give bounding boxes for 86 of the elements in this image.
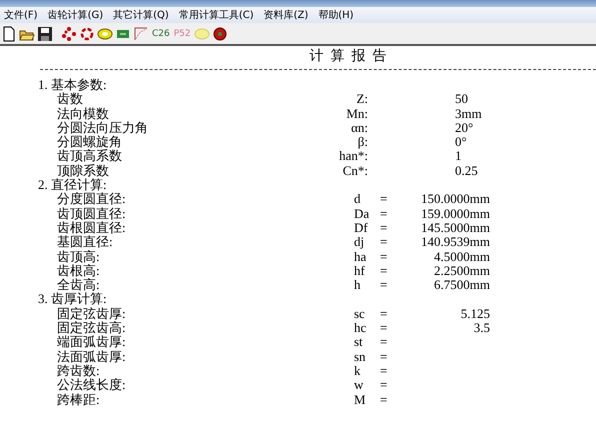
parameter-label: 齿根圆直径: — [57, 220, 127, 235]
ellipse-ring-icon[interactable] — [97, 26, 113, 42]
parameter-value: 20° — [455, 120, 474, 136]
parameter-symbol: h — [354, 278, 362, 292]
equals-sign: = — [380, 192, 388, 207]
disc-icon[interactable] — [212, 26, 228, 42]
menu-item[interactable]: 资料库(Z) — [264, 8, 308, 22]
equals-sign: = — [380, 206, 388, 221]
equals-sign: = — [380, 321, 388, 336]
parameter-symbol: Cn*: — [342, 164, 368, 178]
parameter-label: 分度圆直径: — [57, 192, 127, 207]
parameter-symbol: sc — [354, 306, 366, 322]
menu-item[interactable]: 常用计算工具(C) — [178, 8, 254, 22]
parameter-value: 0.25 — [455, 164, 478, 178]
parameter-value: 140.9539mm — [421, 234, 490, 250]
menu-item[interactable]: 其它计算(Q) — [113, 8, 169, 22]
parameter-label: 齿顶高: — [57, 250, 101, 264]
parameter-label: 分圆法向压力角 — [57, 120, 149, 135]
parameter-label: 公法线长度: — [57, 378, 127, 393]
equals-sign: = — [380, 364, 388, 378]
parameter-label: 齿顶高系数 — [57, 149, 123, 164]
parameter-label: 固定弦齿厚: — [57, 306, 127, 321]
parameter-label: 全齿高: — [57, 278, 101, 292]
parameter-label: 齿根高: — [57, 264, 101, 278]
parameter-symbol: Z: — [355, 92, 368, 107]
parameter-label: 顶隙系数 — [57, 164, 110, 178]
equals-sign: = — [380, 220, 388, 236]
section-heading: 1. 基本参数: — [37, 78, 107, 92]
parameter-value: 50 — [455, 92, 468, 107]
parameter-value: 6.7500mm — [434, 277, 490, 292]
parameter-value: 0° — [455, 135, 467, 150]
parameter-symbol: β: — [356, 135, 368, 150]
parameter-symbol: dj — [354, 235, 366, 250]
parameter-symbol: Df — [354, 220, 369, 236]
parameter-label: 跨齿数: — [57, 364, 101, 378]
parameter-value: 3.5 — [474, 320, 490, 336]
parameter-symbol: han*: — [338, 149, 368, 164]
parameter-symbol: st — [354, 335, 364, 350]
menu-item[interactable]: 帮助(H) — [318, 8, 354, 22]
parameter-label: 齿数 — [57, 92, 84, 107]
curve-icon[interactable] — [133, 26, 149, 42]
parameter-value: 159.0000mm — [421, 206, 490, 221]
equals-sign: = — [380, 306, 388, 322]
parameter-value: 3mm — [455, 106, 482, 121]
parameter-label: 跨棒距: — [57, 392, 101, 407]
parameter-value: 2.2500mm — [434, 262, 490, 278]
parameter-symbol: w — [354, 378, 364, 393]
parameter-symbol: hf — [354, 264, 366, 278]
section-heading: 3. 齿厚计算: — [37, 292, 107, 307]
parameter-symbol: Da — [354, 206, 370, 221]
parameter-symbol: Mn: — [345, 106, 368, 121]
equals-sign: = — [380, 392, 388, 407]
toolbar-button[interactable]: C26 — [151, 28, 171, 38]
ring-icon[interactable] — [79, 26, 95, 42]
dotted-circle-icon[interactable] — [61, 26, 77, 42]
equals-sign: = — [380, 378, 388, 393]
new-file-icon[interactable] — [1, 26, 17, 42]
parameter-symbol: αn: — [350, 120, 368, 136]
parameter-value: 5.125 — [460, 306, 490, 321]
parameter-symbol: k — [354, 364, 362, 378]
parameter-symbol: sn — [354, 350, 367, 364]
parameter-label: 齿顶圆直径: — [57, 206, 127, 221]
parameter-label: 端面弧齿厚: — [57, 335, 127, 350]
report-title: 计 算 报 告 — [308, 50, 388, 66]
parameter-label: 法向模数 — [57, 106, 110, 121]
parameter-symbol: ha — [354, 250, 368, 264]
parameter-label: 分圆螺旋角 — [57, 135, 123, 150]
section-heading: 2. 直径计算: — [37, 178, 107, 192]
menu-item[interactable]: 齿轮计算(G) — [48, 8, 104, 22]
equals-sign: = — [380, 350, 388, 364]
parameter-value: 150.0000mm — [421, 191, 490, 206]
parameter-value: 1 — [455, 149, 462, 164]
equals-sign: = — [380, 264, 388, 278]
equals-sign: = — [380, 335, 388, 350]
parameter-value: 4.5000mm — [434, 248, 490, 264]
parameter-symbol: hc — [354, 321, 368, 336]
equals-sign: = — [380, 278, 388, 292]
equals-sign: = — [380, 235, 388, 250]
parameter-value: 145.5000mm — [421, 220, 490, 235]
parameter-label: 基圆直径: — [57, 235, 114, 250]
parameter-label: 固定弦齿高: — [57, 321, 127, 336]
parameter-label: 法面弧齿厚: — [57, 350, 127, 364]
menu-item[interactable]: 文件(F) — [4, 8, 38, 22]
parameter-symbol: M — [354, 392, 367, 407]
equals-sign: = — [380, 250, 388, 264]
parameter-symbol: d — [354, 192, 362, 207]
